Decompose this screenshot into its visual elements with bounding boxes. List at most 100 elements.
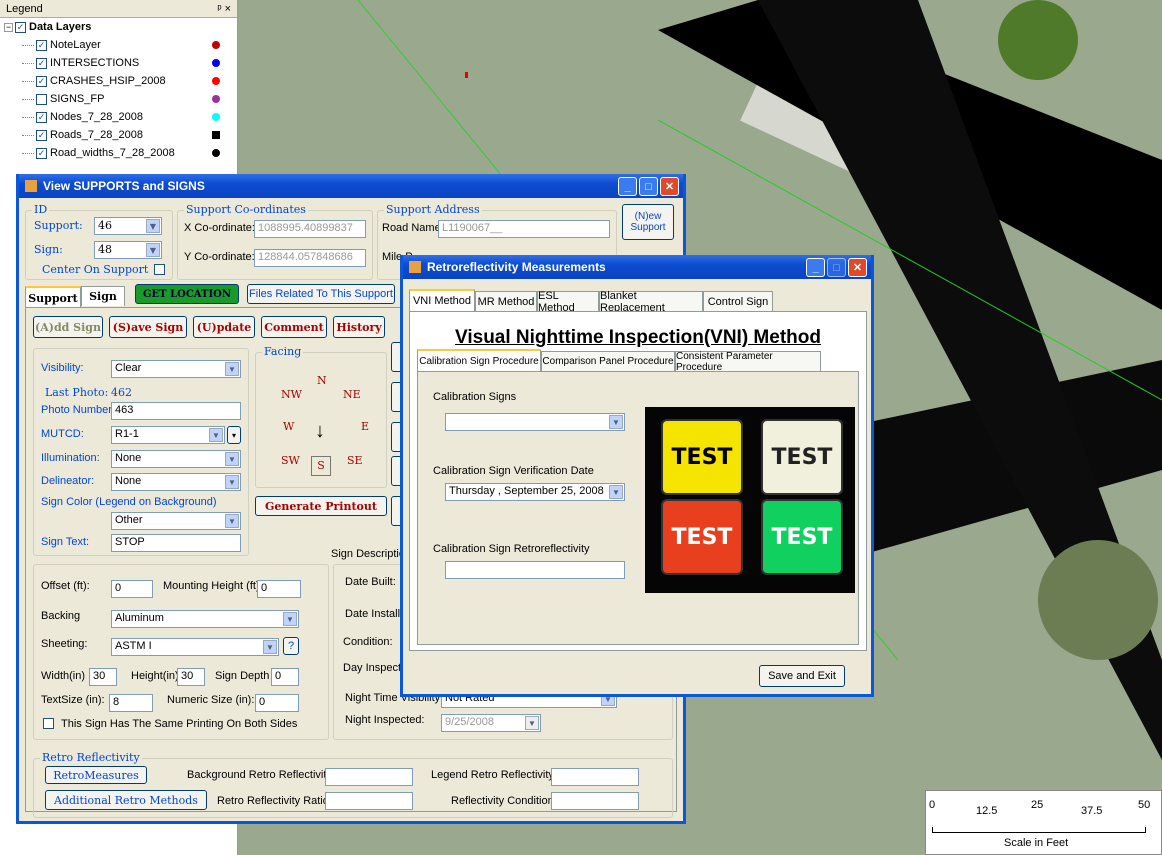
facing-w[interactable]: W bbox=[283, 420, 294, 433]
facing-e[interactable]: E bbox=[361, 420, 369, 433]
facing-nw[interactable]: NW bbox=[281, 388, 302, 401]
scale-tick-2: 25 bbox=[1031, 799, 1044, 811]
scale-tick-0: 0 bbox=[929, 799, 936, 811]
layer-symbol-icon bbox=[212, 131, 220, 139]
facing-s[interactable]: S bbox=[311, 456, 331, 476]
action-button-3[interactable]: Comment bbox=[261, 316, 327, 338]
files-button[interactable]: Files Related To This Support bbox=[247, 284, 395, 304]
legend-group[interactable]: − ✓ Data Layers bbox=[0, 18, 237, 36]
maximize-button[interactable]: □ bbox=[639, 177, 658, 196]
scale-tick-4: 50 bbox=[1138, 799, 1151, 811]
retro-subtab-2[interactable]: Consistent Parameter Procedure bbox=[675, 351, 821, 373]
support-select[interactable]: 46 ▼ bbox=[94, 217, 162, 235]
mutcd-select[interactable]: R1-1 ▼ bbox=[111, 426, 225, 444]
legend-layer-row[interactable]: ✓ Nodes_7_28_2008 bbox=[0, 108, 237, 126]
retro-tab-4[interactable]: Control Sign bbox=[703, 291, 773, 311]
textsize-field[interactable]: 8 bbox=[109, 694, 153, 712]
minimize-button[interactable]: _ bbox=[618, 177, 637, 196]
get-location-button[interactable]: GET LOCATION bbox=[135, 284, 239, 304]
photo-number-field[interactable]: 463 bbox=[111, 402, 241, 420]
cal-signs-label: Calibration Signs bbox=[433, 391, 517, 403]
illumination-select[interactable]: None ▼ bbox=[111, 450, 241, 468]
retro-subtab-0[interactable]: Calibration Sign Procedure bbox=[417, 349, 541, 371]
numsize-field[interactable]: 0 bbox=[255, 694, 299, 712]
scale-line bbox=[932, 827, 1146, 833]
retro-minimize-button[interactable]: _ bbox=[806, 258, 825, 277]
layer-checkbox[interactable]: ✓ bbox=[36, 129, 47, 141]
tab-sign[interactable]: Sign bbox=[81, 286, 125, 306]
center-checkbox[interactable] bbox=[154, 264, 165, 275]
sign-color-select[interactable]: Other ▼ bbox=[111, 512, 241, 530]
layer-checkbox[interactable]: ✓ bbox=[36, 111, 47, 123]
layer-symbol-icon bbox=[212, 59, 220, 67]
layer-checkbox[interactable] bbox=[36, 93, 47, 105]
sign-select[interactable]: 48 ▼ bbox=[94, 241, 162, 259]
mutcd-dropdown-button[interactable]: ▾ bbox=[227, 426, 241, 444]
retro-group-label: Retro Reflectivity bbox=[40, 751, 142, 764]
mount-height-field[interactable]: 0 bbox=[257, 580, 301, 598]
legend-layer-row[interactable]: ✓ Roads_7_28_2008 bbox=[0, 126, 237, 144]
height-label: Height(in) bbox=[131, 670, 179, 682]
x-coord-field[interactable]: 1088995.40899837 bbox=[254, 220, 366, 238]
action-button-0[interactable]: (A)dd Sign bbox=[33, 316, 103, 338]
layer-checkbox[interactable]: ✓ bbox=[36, 39, 47, 51]
backing-select[interactable]: Aluminum ▼ bbox=[111, 610, 299, 628]
ratio-label: Retro Reflectivity Ratio bbox=[217, 795, 329, 807]
cal-signs-select[interactable]: ▼ bbox=[445, 413, 625, 431]
legend-layer-row[interactable]: ✓ CRASHES_HSIP_2008 bbox=[0, 72, 237, 90]
collapse-icon[interactable]: − bbox=[4, 22, 13, 32]
facing-sw[interactable]: SW bbox=[281, 454, 300, 467]
help-button[interactable]: ? bbox=[283, 637, 299, 655]
layer-checkbox[interactable]: ✓ bbox=[36, 57, 47, 69]
sign-text-field[interactable]: STOP bbox=[111, 534, 241, 552]
legend-retro-field[interactable] bbox=[551, 768, 639, 786]
legend-pin-close[interactable]: ᵖ × bbox=[217, 3, 231, 15]
facing-se[interactable]: SE bbox=[347, 454, 363, 467]
refl-condition-field[interactable] bbox=[551, 792, 639, 810]
retro-tab-1[interactable]: MR Method bbox=[475, 291, 537, 311]
night-inspected-field[interactable]: 9/25/2008 ▼ bbox=[441, 714, 541, 732]
facing-n[interactable]: N bbox=[317, 374, 327, 387]
layer-checkbox[interactable]: ✓ bbox=[36, 75, 47, 87]
depth-field[interactable]: 0 bbox=[271, 668, 299, 686]
tab-support[interactable]: Support bbox=[25, 286, 81, 308]
group-checkbox[interactable]: ✓ bbox=[15, 21, 26, 33]
legend-layer-row[interactable]: ✓ Road_widths_7_28_2008 bbox=[0, 144, 237, 162]
legend-layer-row[interactable]: SIGNS_FP bbox=[0, 90, 237, 108]
facing-ne[interactable]: NE bbox=[343, 388, 361, 401]
ratio-field[interactable] bbox=[325, 792, 413, 810]
layer-checkbox[interactable]: ✓ bbox=[36, 147, 47, 159]
action-button-4[interactable]: History bbox=[333, 316, 385, 338]
retro-measures-button[interactable]: RetroMeasures bbox=[45, 766, 147, 784]
y-coord-field[interactable]: 128844.057848686 bbox=[254, 249, 366, 267]
retro-tab-3[interactable]: Blanket Replacement bbox=[599, 290, 703, 314]
retro-tab-2[interactable]: ESL Method bbox=[537, 290, 599, 314]
cal-date-picker[interactable]: Thursday , September 25, 2008 ▼ bbox=[445, 483, 625, 501]
retro-tab-0[interactable]: VNI Method bbox=[409, 289, 475, 311]
width-field[interactable]: 30 bbox=[89, 668, 117, 686]
sign-label: Sign: bbox=[34, 243, 63, 256]
generate-printout-button[interactable]: Generate Printout bbox=[255, 496, 387, 516]
layer-symbol-icon bbox=[212, 41, 220, 49]
action-button-2[interactable]: (U)pdate bbox=[193, 316, 255, 338]
cal-retro-field[interactable] bbox=[445, 561, 625, 579]
offset-field[interactable]: 0 bbox=[111, 580, 153, 598]
sheeting-select[interactable]: ASTM I ▼ bbox=[111, 638, 279, 656]
delineator-select[interactable]: None ▼ bbox=[111, 473, 241, 491]
bg-retro-field[interactable] bbox=[325, 768, 413, 786]
retro-close-button[interactable]: ✕ bbox=[848, 258, 867, 277]
legend-layer-row[interactable]: ✓ INTERSECTIONS bbox=[0, 54, 237, 72]
road-name-field[interactable]: L1190067__ bbox=[438, 220, 610, 238]
night-inspected-label: Night Inspected: bbox=[345, 714, 425, 726]
visibility-select[interactable]: Clear ▼ bbox=[111, 360, 241, 378]
new-support-button[interactable]: (N)ew Support bbox=[622, 204, 674, 240]
action-button-1[interactable]: (S)ave Sign bbox=[109, 316, 187, 338]
height-field[interactable]: 30 bbox=[177, 668, 205, 686]
close-button[interactable]: ✕ bbox=[660, 177, 679, 196]
legend-layer-row[interactable]: ✓ NoteLayer bbox=[0, 36, 237, 54]
retro-maximize-button[interactable]: □ bbox=[827, 258, 846, 277]
save-exit-button[interactable]: Save and Exit bbox=[759, 665, 845, 687]
additional-retro-button[interactable]: Additional Retro Methods bbox=[45, 790, 207, 810]
retro-subtab-1[interactable]: Comparison Panel Procedure bbox=[541, 351, 675, 371]
same-print-checkbox[interactable] bbox=[43, 718, 54, 729]
